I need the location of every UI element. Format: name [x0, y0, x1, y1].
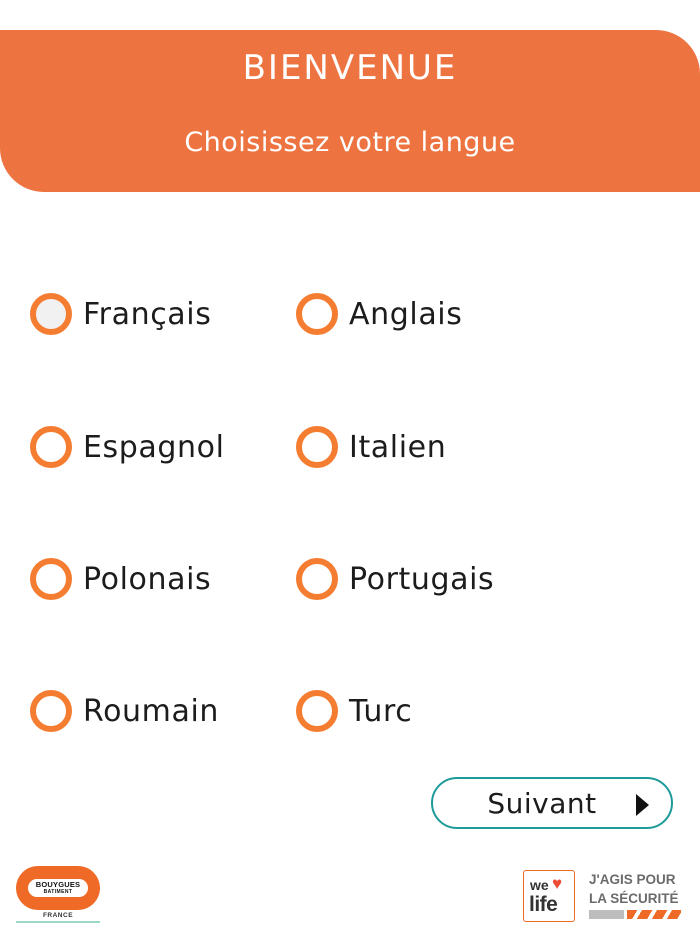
play-arrow-icon — [636, 794, 649, 816]
language-label: Polonais — [83, 561, 212, 597]
heart-icon: ♥ — [552, 874, 563, 893]
next-button[interactable]: Suivant — [431, 777, 673, 829]
next-button-label: Suivant — [487, 786, 597, 820]
radio-button[interactable] — [296, 426, 338, 468]
language-label: Turc — [349, 693, 413, 729]
welife-badge: we ♥ life — [523, 870, 575, 922]
language-label: Portugais — [349, 561, 495, 597]
page-title: BIENVENUE — [242, 48, 458, 88]
hazard-stripes — [589, 910, 681, 919]
safety-slogan: J'AGIS POUR LA SÉCURITÉ — [589, 870, 679, 908]
radio-button[interactable] — [30, 426, 72, 468]
language-label: Français — [83, 296, 212, 332]
radio-button[interactable] — [296, 293, 338, 335]
logo-brand-line1: BOUYGUES — [35, 880, 81, 890]
slogan-line2: LA SÉCURITÉ — [589, 891, 679, 906]
language-option-turc[interactable]: Turc — [296, 690, 412, 732]
badge-we: we — [530, 877, 549, 893]
radio-button[interactable] — [30, 690, 72, 732]
logo-inner: BOUYGUES BATIMENT — [28, 879, 88, 897]
language-option-espagnol[interactable]: Espagnol — [30, 426, 225, 468]
radio-button[interactable] — [30, 293, 72, 335]
page-subtitle: Choisissez votre langue — [184, 127, 516, 158]
language-label: Roumain — [83, 693, 220, 729]
language-label: Espagnol — [83, 429, 225, 465]
welife-safety-logo: we ♥ life J'AGIS POUR LA SÉCURITÉ — [523, 868, 687, 924]
logo-country: FRANCE — [16, 912, 100, 923]
language-label: Anglais — [349, 296, 463, 332]
radio-button[interactable] — [296, 690, 338, 732]
radio-button[interactable] — [30, 558, 72, 600]
language-option-polonais[interactable]: Polonais — [30, 558, 211, 600]
logo-oval: BOUYGUES BATIMENT — [16, 866, 100, 910]
language-option-roumain[interactable]: Roumain — [30, 690, 219, 732]
slogan-line1: J'AGIS POUR — [589, 872, 676, 887]
language-label: Italien — [349, 429, 447, 465]
radio-button[interactable] — [296, 558, 338, 600]
language-option-portugais[interactable]: Portugais — [296, 558, 494, 600]
language-option-anglais[interactable]: Anglais — [296, 293, 462, 335]
language-option-francais[interactable]: Français — [30, 293, 211, 335]
welcome-header: BIENVENUE Choisissez votre langue — [0, 30, 700, 192]
logo-brand-line2: BATIMENT — [43, 888, 73, 895]
language-option-italien[interactable]: Italien — [296, 426, 446, 468]
badge-life: life — [529, 893, 558, 916]
bouygues-batiment-logo: BOUYGUES BATIMENT FRANCE — [16, 866, 100, 924]
